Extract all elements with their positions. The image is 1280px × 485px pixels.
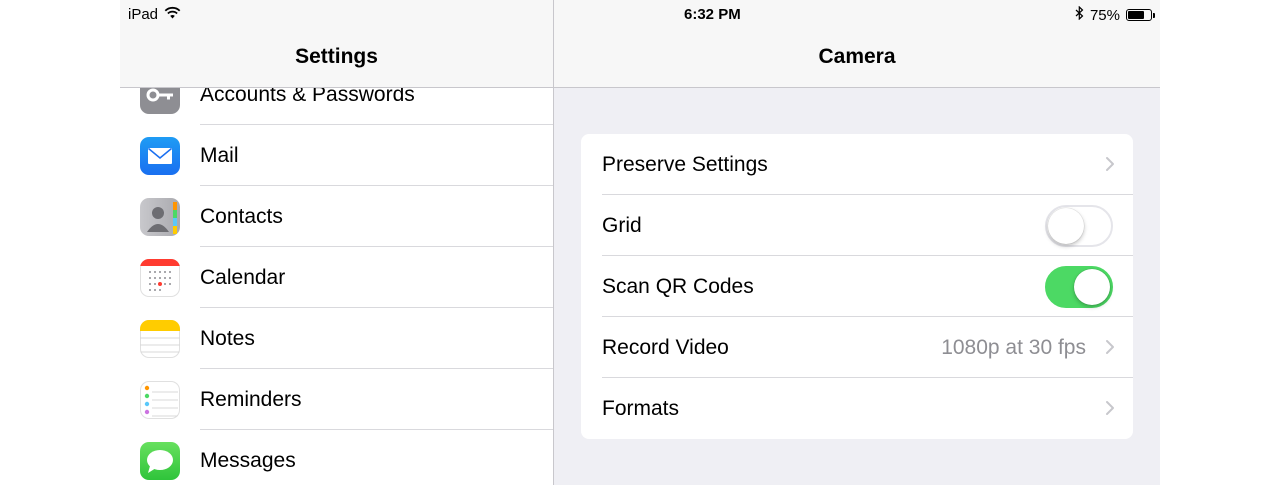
page-title: Camera: [818, 45, 896, 68]
reminders-icon: [140, 381, 180, 419]
bluetooth-icon: [1075, 5, 1084, 24]
row-label: Record Video: [602, 336, 729, 359]
battery-percentage: 75%: [1089, 6, 1120, 24]
settings-title: Settings: [295, 45, 378, 68]
settings-master-panel: Accounts & Passwords Mail Contacts Calen…: [120, 0, 554, 485]
settings-item-label: Contacts: [200, 205, 283, 228]
ipad-screen: iPad 6:32 PM 75% Accounts & Passwords Ma…: [120, 0, 1160, 485]
settings-item-reminders[interactable]: Reminders: [120, 369, 553, 430]
calendar-icon: [140, 259, 180, 297]
mail-icon: [140, 137, 180, 175]
preserve-settings-row[interactable]: Preserve Settings: [581, 134, 1133, 195]
notes-icon: [140, 320, 180, 358]
settings-item-notes[interactable]: Notes: [120, 308, 553, 369]
chevron-right-icon: [1106, 340, 1114, 354]
settings-item-label: Reminders: [200, 388, 302, 411]
formats-row[interactable]: Formats: [581, 378, 1133, 439]
contacts-icon: [140, 198, 180, 236]
scan-qr-codes-row: Scan QR Codes: [581, 256, 1133, 317]
row-label: Formats: [602, 397, 680, 420]
chevron-right-icon: [1106, 157, 1114, 171]
settings-list[interactable]: Accounts & Passwords Mail Contacts Calen…: [120, 64, 553, 485]
status-bar: iPad 6:32 PM 75%: [120, 0, 1160, 28]
grid-row: Grid: [581, 195, 1133, 256]
status-time: 6:32 PM: [684, 6, 741, 23]
record-video-row[interactable]: Record Video 1080p at 30 fps: [581, 317, 1133, 378]
settings-item-label: Messages: [200, 449, 296, 472]
row-label: Scan QR Codes: [602, 275, 754, 298]
toggle-knob: [1048, 208, 1084, 244]
scan-qr-codes-toggle[interactable]: [1045, 266, 1113, 308]
chevron-right-icon: [1106, 401, 1114, 415]
settings-item-calendar[interactable]: Calendar: [120, 247, 553, 308]
settings-item-contacts[interactable]: Contacts: [120, 186, 553, 247]
record-video-value: 1080p at 30 fps: [941, 336, 1086, 359]
messages-icon: [140, 442, 180, 480]
row-label: Grid: [602, 214, 642, 237]
battery-level: [1128, 11, 1144, 19]
settings-item-messages[interactable]: Messages: [120, 430, 553, 485]
settings-item-label: Notes: [200, 327, 255, 350]
settings-item-label: Calendar: [200, 266, 286, 289]
camera-detail-panel: Camera Preserve Settings Grid Scan QR Co…: [554, 0, 1160, 485]
settings-item-mail[interactable]: Mail: [120, 125, 553, 186]
toggle-knob: [1074, 269, 1110, 305]
camera-settings-group: Preserve Settings Grid Scan QR Codes Rec…: [581, 134, 1133, 439]
settings-item-label: Mail: [200, 144, 239, 167]
grid-toggle[interactable]: [1045, 205, 1113, 247]
row-label: Preserve Settings: [602, 153, 768, 176]
battery-icon: [1126, 9, 1155, 21]
